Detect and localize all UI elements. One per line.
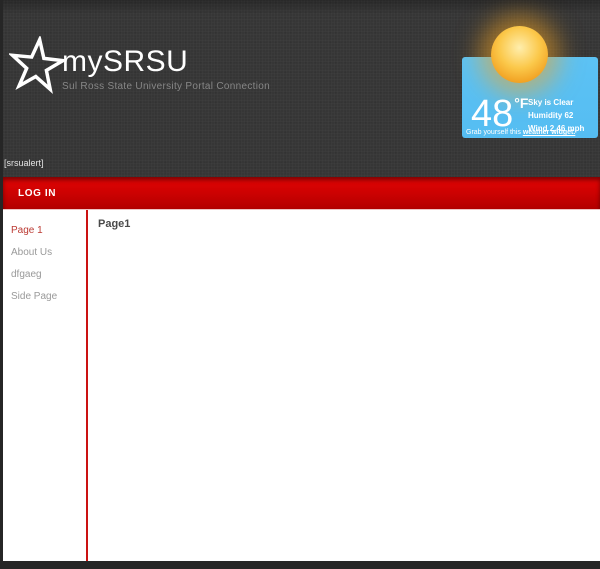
weather-humidity: Humidity 62 xyxy=(528,109,584,122)
weather-widget-link[interactable]: weather widget. xyxy=(523,129,576,136)
sidebar-nav: Page 1 About Us dfgaeg Side Page xyxy=(3,210,88,561)
weather-credit-prefix: Grab yourself this xyxy=(466,129,523,136)
header: mySRSU Sul Ross State University Portal … xyxy=(3,0,600,177)
temperature: 48°F xyxy=(471,95,528,133)
logo-text-block: mySRSU Sul Ross State University Portal … xyxy=(62,47,270,94)
log-in-button[interactable]: LOG IN xyxy=(3,188,56,199)
sidebar-item-dfgaeg[interactable]: dfgaeg xyxy=(3,266,86,288)
weather-condition: Sky is Clear xyxy=(528,96,584,109)
weather-widget-credit: Grab yourself this weather widget. xyxy=(466,129,575,136)
page-title: Page1 xyxy=(98,218,600,230)
sidebar-item-side-page[interactable]: Side Page xyxy=(3,288,86,310)
star-logo-icon xyxy=(5,33,69,97)
content-area: Page 1 About Us dfgaeg Side Page Page1 xyxy=(3,210,600,561)
logo: mySRSU Sul Ross State University Portal … xyxy=(8,36,270,94)
site-tagline: Sul Ross State University Portal Connect… xyxy=(62,81,270,92)
main-panel: Page1 xyxy=(88,210,600,561)
weather-widget: 48°F Sky is Clear Humidity 62 Wind 2.46 … xyxy=(462,57,598,138)
portal-page: mySRSU Sul Ross State University Portal … xyxy=(3,0,600,569)
temperature-unit: °F xyxy=(514,95,528,111)
footer-strip xyxy=(3,561,600,568)
sun-icon xyxy=(491,26,548,83)
login-bar: LOG IN xyxy=(3,177,600,210)
site-title: mySRSU xyxy=(62,47,270,77)
srsu-alert-text: [srsualert] xyxy=(4,158,44,168)
sidebar-item-about-us[interactable]: About Us xyxy=(3,244,86,266)
sidebar-item-page-1[interactable]: Page 1 xyxy=(3,222,86,244)
